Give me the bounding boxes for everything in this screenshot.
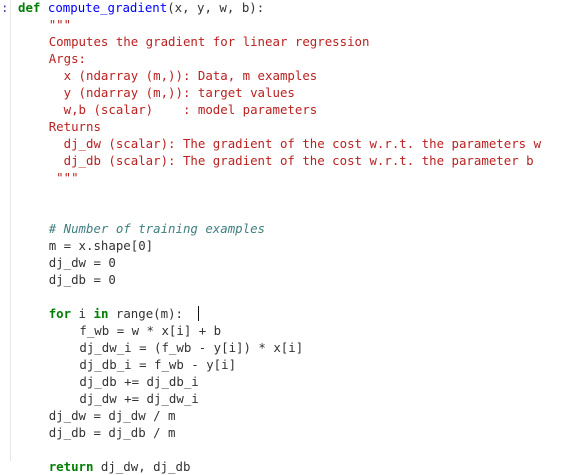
- dj-dw-average-line: dj_dw = dj_dw / m: [48, 408, 176, 423]
- loop-body-line: dj_db += dj_db_i: [79, 374, 199, 389]
- in-keyword: in: [93, 306, 109, 321]
- dj-db-init-line: dj_db = 0: [48, 272, 116, 287]
- dj-dw-init-line: dj_dw = 0: [48, 255, 116, 270]
- code-comment: # Number of training examples: [48, 221, 266, 236]
- loop-body-line: dj_db_i = f_wb - y[i]: [79, 357, 237, 372]
- notebook-code-cell: : def compute_gradient(x, y, w, b): """ Co…: [0, 0, 575, 474]
- def-keyword: def: [18, 0, 41, 15]
- loop-body-line: dj_dw_i = (f_wb - y[i]) * x[i]: [79, 340, 304, 355]
- cell-prompt: :: [1, 0, 9, 15]
- loop-body-line: dj_dw += dj_dw_i: [79, 391, 199, 406]
- return-values: dj_dw, dj_db: [100, 459, 191, 474]
- code-block[interactable]: def compute_gradient(x, y, w, b): """ Comp…: [18, 0, 541, 475]
- docstring-line: w,b (scalar) : model parameters: [48, 102, 318, 117]
- loop-body-line: f_wb = w * x[i] + b: [79, 323, 222, 338]
- docstring-line: dj_db (scalar): The gradient of the cost…: [48, 153, 534, 168]
- loop-variable: i: [78, 306, 87, 321]
- docstring-line: y (ndarray (m,)): target values: [48, 85, 295, 100]
- function-def-line[interactable]: def compute_gradient(x, y, w, b):: [18, 0, 541, 16]
- text-cursor: [197, 306, 199, 321]
- docstring-line: Computes the gradient for linear regress…: [48, 34, 370, 49]
- function-name: compute_gradient: [47, 0, 168, 15]
- dj-db-average-line: dj_db = dj_db / m: [48, 425, 176, 440]
- docstring-line: dj_dw (scalar): The gradient of the cost…: [48, 136, 542, 151]
- docstring-line: """: [48, 170, 79, 185]
- docstring-line: """: [48, 17, 72, 32]
- for-keyword: for: [48, 306, 72, 321]
- code-editor[interactable]: def compute_gradient(x, y, w, b): """ Comp…: [10, 0, 575, 474]
- docstring-line: Args:: [48, 51, 86, 66]
- return-keyword: return: [48, 459, 94, 474]
- docstring-line: x (ndarray (m,)): Data, m examples: [48, 68, 318, 83]
- function-signature: (x, y, w, b):: [167, 0, 265, 15]
- m-assignment-line: m = x.shape[0]: [48, 238, 154, 253]
- range-call: range(m):: [115, 306, 184, 321]
- for-loop-line: for i in range(m):: [18, 305, 541, 322]
- docstring-line: Returns: [48, 119, 101, 134]
